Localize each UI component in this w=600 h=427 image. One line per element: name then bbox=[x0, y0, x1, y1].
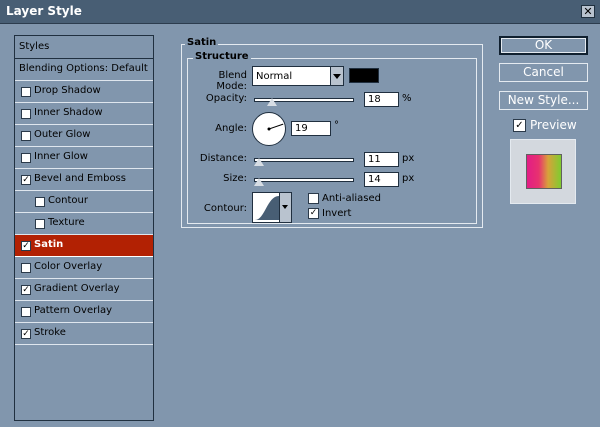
size-input[interactable]: 14 bbox=[364, 172, 399, 187]
size-slider-thumb[interactable] bbox=[254, 178, 264, 186]
style-item[interactable]: Pattern Overlay bbox=[15, 301, 153, 323]
invert-label: Invert bbox=[322, 208, 352, 219]
style-item-label: Stroke bbox=[34, 327, 66, 338]
style-item[interactable]: Texture bbox=[15, 213, 153, 235]
contour-curve-icon bbox=[255, 196, 279, 220]
style-item-label: Satin bbox=[34, 239, 64, 250]
style-item-checkbox[interactable] bbox=[21, 153, 31, 163]
style-item[interactable]: ✓ Bevel and Emboss bbox=[15, 169, 153, 191]
style-item[interactable]: Color Overlay bbox=[15, 257, 153, 279]
style-item-label: Inner Glow bbox=[34, 151, 88, 162]
contour-label: Contour: bbox=[203, 203, 247, 214]
style-item-label: Pattern Overlay bbox=[34, 305, 113, 316]
satin-color-swatch[interactable] bbox=[349, 68, 379, 83]
window-title: Layer Style bbox=[6, 4, 82, 18]
anti-aliased-label: Anti-aliased bbox=[322, 193, 382, 204]
styles-header[interactable]: Styles bbox=[15, 36, 153, 59]
angle-input[interactable]: 19 bbox=[291, 121, 331, 136]
title-bar[interactable]: Layer Style ✕ bbox=[0, 0, 600, 24]
size-slider[interactable] bbox=[254, 178, 354, 182]
style-item-checkbox[interactable] bbox=[21, 87, 31, 97]
distance-label: Distance: bbox=[199, 153, 247, 164]
chevron-down-icon[interactable] bbox=[279, 193, 291, 222]
contour-picker[interactable] bbox=[252, 192, 292, 223]
style-item[interactable]: Contour bbox=[15, 191, 153, 213]
style-item-checkbox[interactable]: ✓ bbox=[21, 175, 31, 185]
size-label: Size: bbox=[223, 173, 247, 184]
style-item-checkbox[interactable]: ✓ bbox=[21, 241, 31, 251]
distance-slider[interactable] bbox=[254, 158, 354, 162]
style-item[interactable]: ✓ Satin bbox=[15, 235, 153, 257]
opacity-input[interactable]: 18 bbox=[364, 92, 399, 107]
style-item-checkbox[interactable]: ✓ bbox=[21, 285, 31, 295]
chevron-down-icon[interactable] bbox=[330, 67, 343, 85]
opacity-slider-thumb[interactable] bbox=[267, 98, 277, 106]
style-item-label: Contour bbox=[48, 195, 88, 206]
distance-slider-thumb[interactable] bbox=[254, 158, 264, 166]
angle-label: Angle: bbox=[215, 123, 247, 134]
structure-title: Structure bbox=[193, 51, 251, 62]
new-style-button[interactable]: New Style... bbox=[499, 91, 588, 110]
style-item-checkbox[interactable] bbox=[21, 109, 31, 119]
ok-button[interactable]: OK bbox=[499, 36, 588, 55]
style-item-label: Bevel and Emboss bbox=[34, 173, 126, 184]
style-item[interactable]: ✓ Gradient Overlay bbox=[15, 279, 153, 301]
preview-label: Preview bbox=[530, 118, 577, 132]
style-item-checkbox[interactable] bbox=[35, 219, 45, 229]
close-button[interactable]: ✕ bbox=[581, 5, 595, 18]
style-item-label: Inner Shadow bbox=[34, 107, 103, 118]
style-item-checkbox[interactable] bbox=[21, 131, 31, 141]
blend-mode-value: Normal bbox=[256, 71, 293, 82]
invert-checkbox[interactable]: ✓ bbox=[308, 208, 319, 219]
preview-checkbox[interactable]: ✓ bbox=[513, 119, 526, 132]
preview-swatch bbox=[526, 154, 562, 189]
opacity-unit: % bbox=[402, 93, 412, 104]
style-item-label: Outer Glow bbox=[34, 129, 91, 140]
style-item-label: Texture bbox=[48, 217, 85, 228]
styles-list: Styles Blending Options: Default Drop Sha… bbox=[14, 35, 154, 421]
style-item-label: Drop Shadow bbox=[34, 85, 101, 96]
style-item-checkbox[interactable] bbox=[35, 197, 45, 207]
cancel-button[interactable]: Cancel bbox=[499, 63, 588, 82]
anti-aliased-checkbox[interactable] bbox=[308, 193, 319, 204]
style-item[interactable]: Outer Glow bbox=[15, 125, 153, 147]
opacity-label: Opacity: bbox=[205, 93, 247, 104]
distance-input[interactable]: 11 bbox=[364, 152, 399, 167]
style-item-label: Color Overlay bbox=[34, 261, 103, 272]
layer-style-dialog: Layer Style ✕ Styles Blending Options: D… bbox=[0, 0, 600, 427]
style-item[interactable]: Drop Shadow bbox=[15, 81, 153, 103]
angle-dial[interactable] bbox=[251, 111, 287, 147]
satin-title: Satin bbox=[185, 37, 219, 48]
style-item-checkbox[interactable] bbox=[21, 263, 31, 273]
styles-header-label: Styles bbox=[19, 41, 50, 52]
distance-unit: px bbox=[402, 153, 415, 164]
style-item-label: Blending Options: Default bbox=[19, 63, 148, 74]
style-item[interactable]: Inner Shadow bbox=[15, 103, 153, 125]
style-item-label: Gradient Overlay bbox=[34, 283, 120, 294]
style-item[interactable]: ✓ Stroke bbox=[15, 323, 153, 345]
blend-mode-label: Blend Mode: bbox=[216, 70, 247, 92]
blend-mode-select[interactable]: Normal bbox=[252, 66, 344, 86]
style-preview-box bbox=[510, 139, 576, 204]
style-item[interactable]: Blending Options: Default bbox=[15, 59, 153, 81]
style-item-checkbox[interactable]: ✓ bbox=[21, 329, 31, 339]
size-unit: px bbox=[402, 173, 415, 184]
style-item-checkbox[interactable] bbox=[21, 307, 31, 317]
style-item[interactable]: Inner Glow bbox=[15, 147, 153, 169]
angle-unit: ° bbox=[334, 120, 339, 131]
